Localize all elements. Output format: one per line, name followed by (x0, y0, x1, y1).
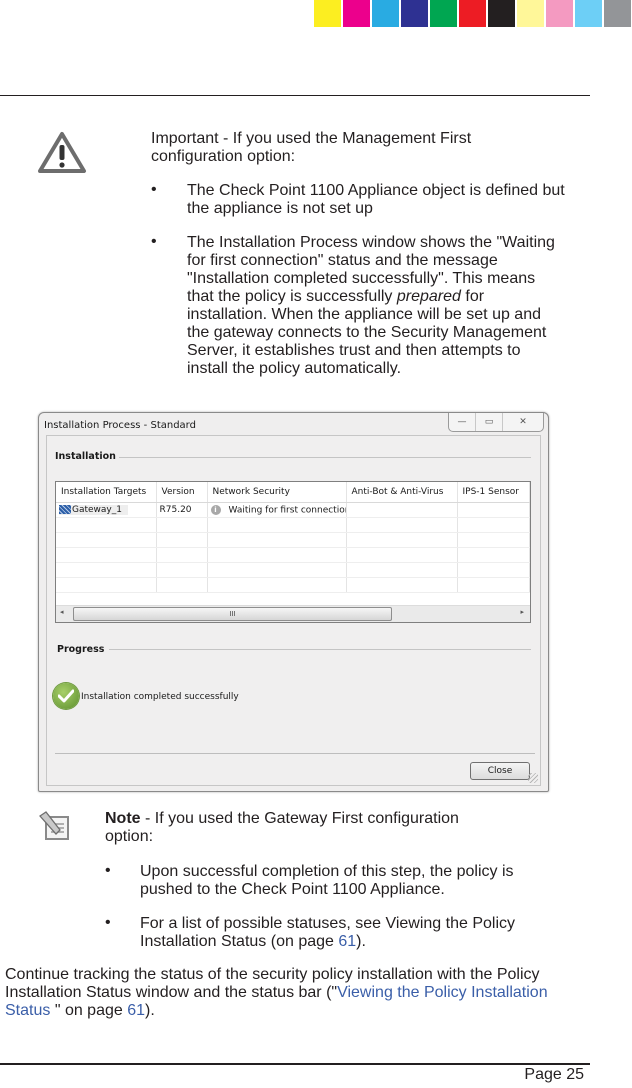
color-swatch (604, 0, 631, 27)
installation-targets-table: Installation Targets Version Network Sec… (55, 481, 531, 623)
group-divider (109, 649, 531, 650)
close-button[interactable]: Close (470, 762, 530, 780)
status-text: Waiting for first connection (228, 505, 346, 516)
bullet: • (151, 233, 157, 250)
important-bullet-1: The Check Point 1100 Appliance object is… (187, 182, 565, 217)
bullet: • (151, 181, 157, 198)
page-link[interactable]: 61 (338, 933, 356, 950)
color-swatch (401, 0, 428, 27)
color-swatch (575, 0, 602, 27)
group-divider (119, 457, 531, 458)
continue-paragraph: Continue tracking the status of the secu… (5, 966, 590, 1020)
progress-group-label: Progress (57, 644, 105, 655)
anti-bot-cell (346, 502, 458, 518)
footer-divider (55, 753, 535, 754)
bullet: • (105, 862, 111, 879)
scroll-left-arrow-icon[interactable]: ◂ (60, 608, 64, 616)
text-run: ). (145, 1002, 155, 1019)
color-swatch (488, 0, 515, 27)
target-name: Gateway_1 (72, 505, 122, 515)
column-header[interactable]: Installation Targets (56, 482, 157, 503)
installation-group-label: Installation (55, 451, 116, 462)
table-row (56, 532, 530, 548)
scroll-thumb[interactable]: III (73, 607, 392, 621)
table-row (56, 547, 530, 563)
resize-grip[interactable] (528, 773, 538, 783)
note-pencil-icon (39, 811, 69, 840)
window-controls: — ▭ ✕ (448, 413, 544, 432)
emphasis: prepared (396, 288, 461, 305)
column-header[interactable]: Network Security (207, 482, 347, 503)
maximize-button[interactable]: ▭ (476, 413, 503, 431)
progress-message: Installation completed successfully (81, 692, 239, 702)
header-rule (0, 95, 590, 96)
color-swatch (372, 0, 399, 27)
text-run: For a list of possible statuses, see Vie… (140, 915, 515, 950)
info-status-icon: i (210, 504, 221, 515)
table-row (56, 577, 530, 593)
target-cell[interactable]: Gateway_1 (56, 502, 157, 518)
column-header[interactable]: Anti-Bot & Anti-Virus (346, 482, 458, 503)
note-label: Note (105, 810, 141, 827)
table-row[interactable]: Gateway_1 R75.20 i Waiting for first conn… (56, 502, 530, 518)
note-intro: Note - If you used the Gateway First con… (105, 810, 485, 846)
text-run: - If you used the Gateway First configur… (105, 810, 459, 845)
table-header-row: Installation Targets Version Network Sec… (56, 482, 530, 503)
color-swatch (430, 0, 457, 27)
column-header[interactable]: IPS-1 Sensor (457, 482, 530, 503)
note-bullet-2: For a list of possible statuses, see Vie… (140, 915, 525, 951)
network-security-cell: i Waiting for first connection (207, 502, 347, 518)
page-link[interactable]: 61 (127, 1002, 145, 1019)
color-swatch (517, 0, 544, 27)
table-row (56, 517, 530, 533)
column-header[interactable]: Version (156, 482, 208, 503)
warning-triangle-icon (38, 132, 86, 173)
target-selection: Gateway_1 (59, 505, 128, 515)
color-swatch (459, 0, 486, 27)
color-swatch (314, 0, 341, 27)
color-swatch (546, 0, 573, 27)
footer-rule (0, 1063, 590, 1065)
installation-process-dialog: Installation Process - Standard — ▭ ✕ In… (38, 412, 549, 792)
horizontal-scrollbar[interactable]: ◂ III ▸ (56, 605, 530, 622)
dialog-title: Installation Process - Standard (44, 420, 196, 431)
version-cell: R75.20 (156, 502, 208, 518)
important-intro: Important - If you used the Management F… (151, 130, 472, 165)
note-bullet-1: Upon successful completion of this step,… (140, 863, 514, 898)
dialog-body: Installation Installation Targets Versio… (46, 435, 541, 786)
ips-cell (457, 502, 530, 518)
table-row (56, 562, 530, 578)
minimize-button[interactable]: — (449, 413, 476, 431)
bullet: • (105, 914, 111, 931)
important-bullet-2: The Installation Process window shows th… (187, 234, 562, 378)
gateway-icon (59, 505, 71, 514)
text-run: " on page (54, 1002, 128, 1019)
page-number: Page 25 (524, 1066, 584, 1083)
text-run: The Installation Process window shows th… (187, 234, 555, 305)
text-run: ). (356, 933, 366, 950)
success-check-icon (53, 683, 79, 709)
close-window-button[interactable]: ✕ (503, 413, 543, 431)
scroll-right-arrow-icon[interactable]: ▸ (520, 608, 524, 616)
print-color-bar (314, 0, 631, 27)
color-swatch (343, 0, 370, 27)
